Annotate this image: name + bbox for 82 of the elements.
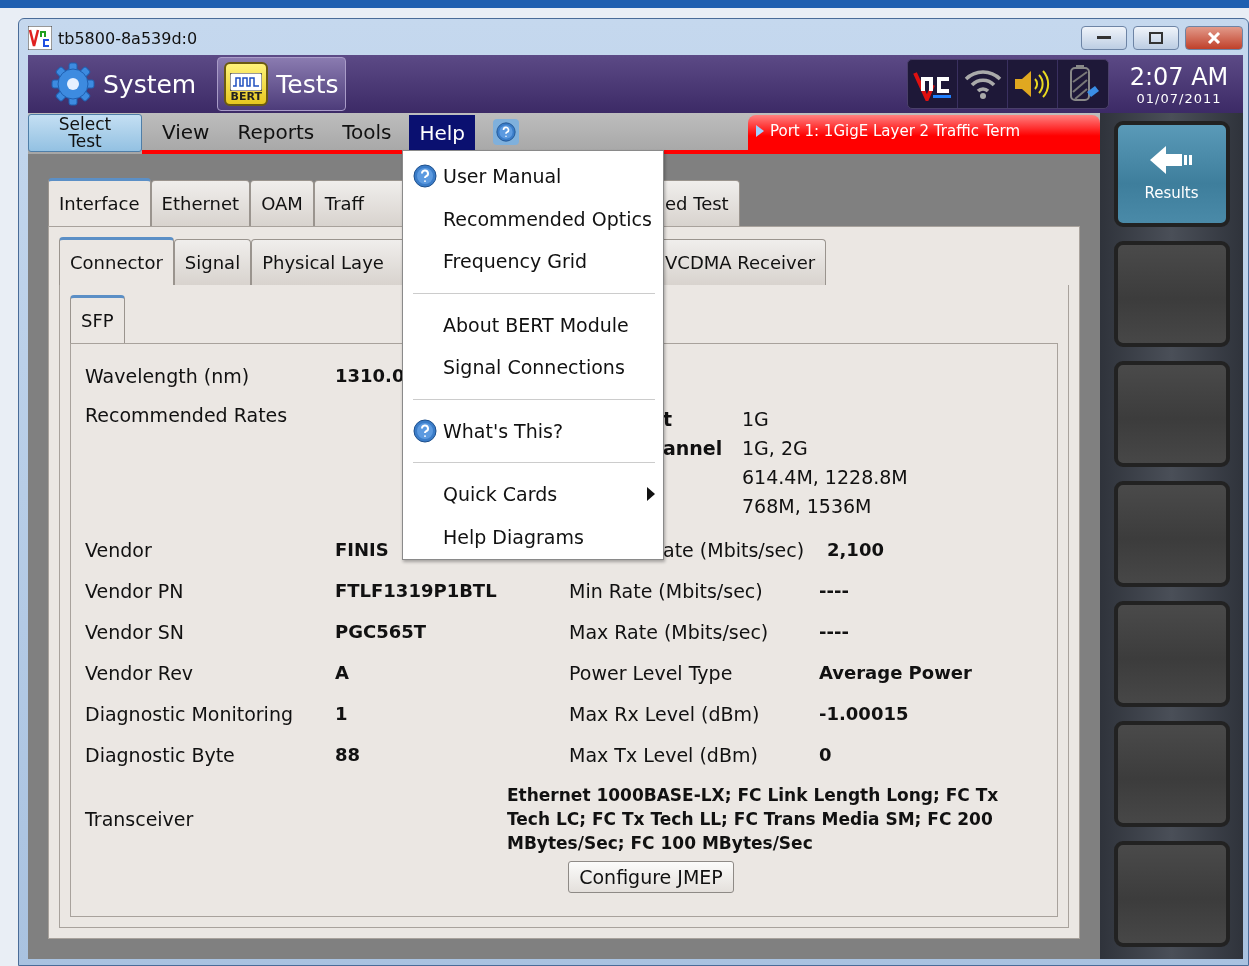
- field-value: 0: [819, 744, 832, 765]
- system-button[interactable]: System: [44, 57, 204, 111]
- field-label: Diagnostic Byte: [85, 743, 236, 766]
- field-value: -1.00015: [819, 703, 909, 724]
- field-label: Transceiver: [85, 808, 195, 830]
- tab[interactable]: SFP: [70, 295, 125, 343]
- field-label: Wavelength (nm): [85, 364, 251, 387]
- play-icon: [756, 125, 764, 137]
- rate-value: 1G: [742, 408, 770, 430]
- minimize-icon: [1097, 36, 1111, 40]
- field-label: Recommended Rates: [85, 404, 289, 426]
- rate-value: 1G, 2G: [742, 437, 809, 459]
- minimize-button[interactable]: [1081, 26, 1127, 50]
- tab[interactable]: Ethernet: [150, 180, 251, 226]
- field-value: A: [335, 662, 350, 683]
- field-label: ate (Mbits/sec): [663, 538, 806, 561]
- clock-time: 2:07 AM: [1129, 62, 1229, 91]
- tests-button[interactable]: BERT Tests: [217, 57, 346, 111]
- maximize-button[interactable]: [1133, 26, 1179, 50]
- results-button[interactable]: Results: [1113, 121, 1230, 227]
- field-value: 88: [335, 744, 362, 765]
- soft-key[interactable]: [1113, 841, 1230, 947]
- tab[interactable]: OAM: [250, 180, 314, 226]
- field-value: 1310.0: [335, 365, 405, 386]
- submenu-arrow-icon: [647, 487, 655, 502]
- field-label: Max Rx Level (dBm): [569, 702, 761, 725]
- field-label: Diagnostic Monitoring: [85, 702, 294, 725]
- wifi-icon: [962, 68, 1003, 100]
- soft-key[interactable]: [1113, 361, 1230, 467]
- close-icon: [1207, 32, 1221, 44]
- clock-date: 01/07/2011: [1136, 90, 1222, 106]
- field-value: Average Power: [819, 662, 972, 683]
- soft-key[interactable]: [1113, 481, 1230, 587]
- menu-item[interactable]: View: [152, 113, 220, 150]
- menu-item[interactable]: Help: [409, 115, 476, 150]
- soft-key[interactable]: [1113, 601, 1230, 707]
- field-value: ----: [819, 580, 849, 601]
- soft-key[interactable]: [1113, 241, 1230, 347]
- field-label: Min Rate (Mbits/sec): [569, 579, 764, 602]
- menu-item[interactable]: Tools: [332, 113, 402, 150]
- field-label: Max Rate (Mbits/sec): [569, 620, 770, 643]
- menu-item[interactable]: Reports: [227, 113, 325, 150]
- menu-item[interactable]: Quick Cards: [407, 473, 655, 516]
- menu-item[interactable]: Signal Connections: [407, 346, 655, 389]
- app-logo-icon: [28, 26, 52, 50]
- field-value: Ethernet 1000BASE-LX; FC Link Length Long; FC Tx Tech LC; FC Tx Tech LL; FC Trans Media SM; FC 200 MBytes/Sec; FC 100 MBytes/Sec: [507, 784, 1000, 855]
- field-label: Vendor PN: [85, 579, 185, 602]
- help-icon: [413, 164, 437, 189]
- field-label: Max Tx Level (dBm): [569, 743, 759, 766]
- field-value: PGC565T: [335, 621, 428, 642]
- field-value: FINIS: [335, 539, 390, 560]
- menu-item[interactable]: Help Diagrams: [407, 515, 655, 558]
- menu-item[interactable]: About BERT Module: [407, 303, 655, 346]
- field-label: Vendor Rev: [85, 661, 195, 684]
- maximize-icon: [1149, 32, 1163, 44]
- close-button[interactable]: [1185, 26, 1243, 50]
- help-icon: [496, 122, 517, 142]
- window-title: tb5800-8a539d:0: [58, 28, 199, 48]
- tab[interactable]: Connector: [59, 237, 174, 285]
- gear-icon: [51, 62, 95, 106]
- field-value: 1: [335, 703, 349, 724]
- help-button[interactable]: [493, 119, 520, 145]
- select-test-button[interactable]: Select Test: [28, 114, 142, 152]
- configure-button[interactable]: Configure JMEP: [568, 861, 734, 893]
- field-label: Power Level Type: [569, 661, 734, 684]
- rate-value: 614.4M, 1228.8M: [742, 466, 908, 488]
- field-value: ----: [819, 621, 849, 642]
- rate-label: annel: [663, 437, 724, 459]
- tab[interactable]: Interface: [48, 178, 151, 226]
- rate-label: t: [663, 408, 674, 430]
- back-arrow-icon: [1149, 146, 1194, 174]
- field-label: Vendor: [85, 538, 153, 561]
- soft-key[interactable]: [1113, 721, 1230, 827]
- help-icon: [413, 418, 437, 443]
- rate-value: 768M, 1536M: [742, 495, 873, 517]
- tab[interactable]: Signal: [173, 239, 252, 285]
- status-text: Port 1: 1GigE Layer 2 Traffic Term: [770, 122, 1021, 140]
- field-value: 2,100: [827, 539, 884, 560]
- bert-icon: BERT: [224, 62, 269, 106]
- field-label: Vendor SN: [85, 620, 186, 643]
- field-value: FTLF1319P1BTL: [335, 580, 498, 601]
- menu-item[interactable]: What's This?: [407, 409, 655, 452]
